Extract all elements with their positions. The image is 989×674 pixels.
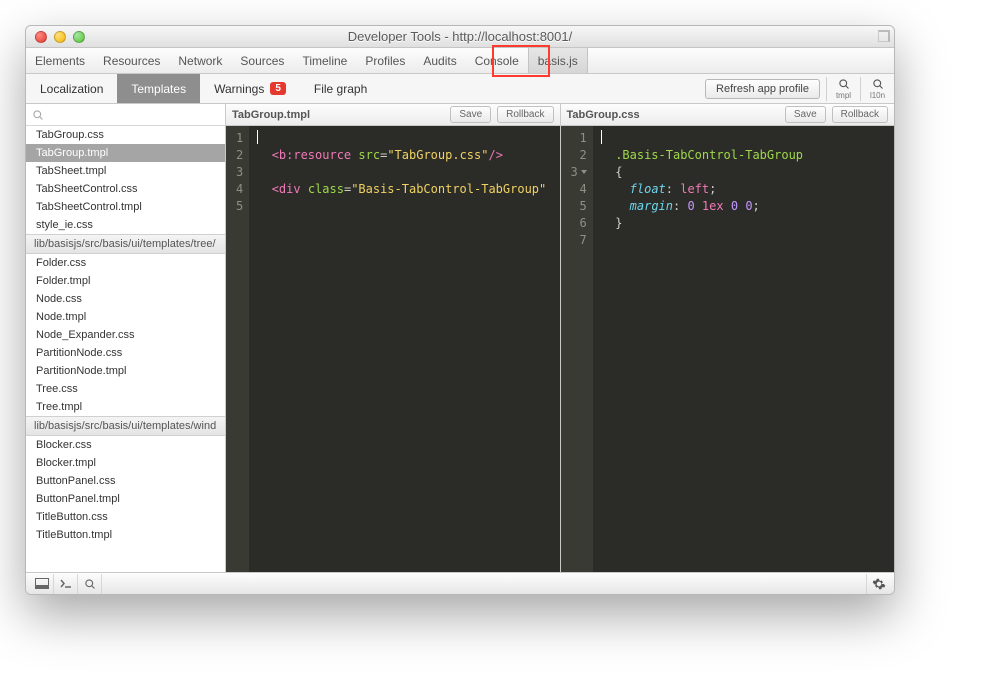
refresh-button[interactable]: Refresh app profile	[705, 79, 820, 99]
subtab-localization[interactable]: Localization	[26, 74, 117, 103]
editor-title: TabGroup.tmpl	[232, 109, 444, 121]
devtools-tabs: Elements Resources Network Sources Timel…	[26, 48, 894, 74]
resize-icon[interactable]	[878, 30, 890, 42]
tmpl-search-button[interactable]: tmpl	[826, 77, 860, 101]
code-lines[interactable]: <b:resource src="TabGroup.css"/> <div cl…	[249, 126, 559, 572]
file-item[interactable]: TabSheet.tmpl	[26, 162, 225, 180]
file-item[interactable]: Folder.tmpl	[26, 272, 225, 290]
file-item[interactable]: TitleButton.tmpl	[26, 526, 225, 544]
minimize-icon[interactable]	[54, 31, 66, 43]
file-item[interactable]: PartitionNode.css	[26, 344, 225, 362]
warnings-badge: 5	[270, 82, 286, 95]
editor-tmpl: TabGroup.tmpl Save Rollback 1 2 3 4 5 <b…	[226, 104, 561, 572]
devtools-window: Developer Tools - http://localhost:8001/…	[25, 25, 895, 595]
search-icon	[32, 109, 44, 121]
file-item[interactable]: PartitionNode.tmpl	[26, 362, 225, 380]
zoom-icon[interactable]	[73, 31, 85, 43]
close-icon[interactable]	[35, 31, 47, 43]
file-item[interactable]: Node.css	[26, 290, 225, 308]
file-item[interactable]: ButtonPanel.tmpl	[26, 490, 225, 508]
group-header[interactable]: lib/basisjs/src/basis/ui/templates/wind	[26, 416, 225, 436]
file-item[interactable]: Blocker.tmpl	[26, 454, 225, 472]
file-item[interactable]: Blocker.css	[26, 436, 225, 454]
file-item[interactable]: TabGroup.css	[26, 126, 225, 144]
search-icon	[838, 78, 850, 90]
file-item[interactable]: TitleButton.css	[26, 508, 225, 526]
footer-bar	[26, 572, 894, 594]
file-item[interactable]: TabSheetControl.css	[26, 180, 225, 198]
tab-elements[interactable]: Elements	[26, 48, 94, 73]
rollback-button[interactable]: Rollback	[497, 106, 553, 123]
tab-console[interactable]: Console	[466, 48, 528, 73]
gutter: 1 2 3 4 5 6 7	[561, 126, 593, 572]
settings-icon[interactable]	[866, 574, 890, 594]
file-item[interactable]: ButtonPanel.css	[26, 472, 225, 490]
file-list[interactable]: TabGroup.css TabGroup.tmpl TabSheet.tmpl…	[26, 126, 225, 572]
titlebar: Developer Tools - http://localhost:8001/	[26, 26, 894, 48]
file-item[interactable]: Tree.tmpl	[26, 398, 225, 416]
editors: TabGroup.tmpl Save Rollback 1 2 3 4 5 <b…	[226, 104, 894, 572]
code-editor[interactable]: 1 2 3 4 5 <b:resource src="TabGroup.css"…	[226, 126, 560, 572]
tab-resources[interactable]: Resources	[94, 48, 169, 73]
search-icon	[872, 78, 884, 90]
file-item[interactable]: Folder.css	[26, 254, 225, 272]
rollback-button[interactable]: Rollback	[832, 106, 888, 123]
file-sidebar: TabGroup.css TabGroup.tmpl TabSheet.tmpl…	[26, 104, 226, 572]
group-header[interactable]: lib/basisjs/src/basis/ui/templates/tree/	[26, 234, 225, 254]
tab-network[interactable]: Network	[169, 48, 231, 73]
content-area: TabGroup.css TabGroup.tmpl TabSheet.tmpl…	[26, 104, 894, 572]
code-lines[interactable]: .Basis-TabControl-TabGroup { float: left…	[593, 126, 894, 572]
search-input[interactable]	[26, 104, 225, 126]
tab-audits[interactable]: Audits	[414, 48, 465, 73]
save-button[interactable]: Save	[785, 106, 826, 123]
window-title: Developer Tools - http://localhost:8001/	[26, 29, 894, 44]
gutter: 1 2 3 4 5	[226, 126, 249, 572]
subtab-filegraph[interactable]: File graph	[300, 74, 381, 103]
subtab-warnings[interactable]: Warnings5	[200, 74, 300, 103]
subtab-templates[interactable]: Templates	[117, 74, 200, 103]
fold-icon[interactable]	[581, 170, 587, 174]
file-item[interactable]: Tree.css	[26, 380, 225, 398]
dock-icon[interactable]	[30, 574, 54, 594]
tab-timeline[interactable]: Timeline	[293, 48, 356, 73]
search-footer-icon[interactable]	[78, 574, 102, 594]
file-item[interactable]: TabSheetControl.tmpl	[26, 198, 225, 216]
console-icon[interactable]	[54, 574, 78, 594]
sub-toolbar: Localization Templates Warnings5 File gr…	[26, 74, 894, 104]
code-editor[interactable]: 1 2 3 4 5 6 7 .Basis-TabControl-TabGroup…	[561, 126, 895, 572]
tab-basisjs[interactable]: basis.js	[528, 48, 588, 73]
l10n-search-button[interactable]: l10n	[860, 77, 894, 101]
editor-title: TabGroup.css	[567, 109, 779, 121]
save-button[interactable]: Save	[450, 106, 491, 123]
file-item[interactable]: TabGroup.tmpl	[26, 144, 225, 162]
file-item[interactable]: Node.tmpl	[26, 308, 225, 326]
file-item[interactable]: Node_Expander.css	[26, 326, 225, 344]
tab-profiles[interactable]: Profiles	[356, 48, 414, 73]
tab-sources[interactable]: Sources	[231, 48, 293, 73]
file-item[interactable]: style_ie.css	[26, 216, 225, 234]
editor-css: TabGroup.css Save Rollback 1 2 3 4 5 6 7…	[561, 104, 895, 572]
